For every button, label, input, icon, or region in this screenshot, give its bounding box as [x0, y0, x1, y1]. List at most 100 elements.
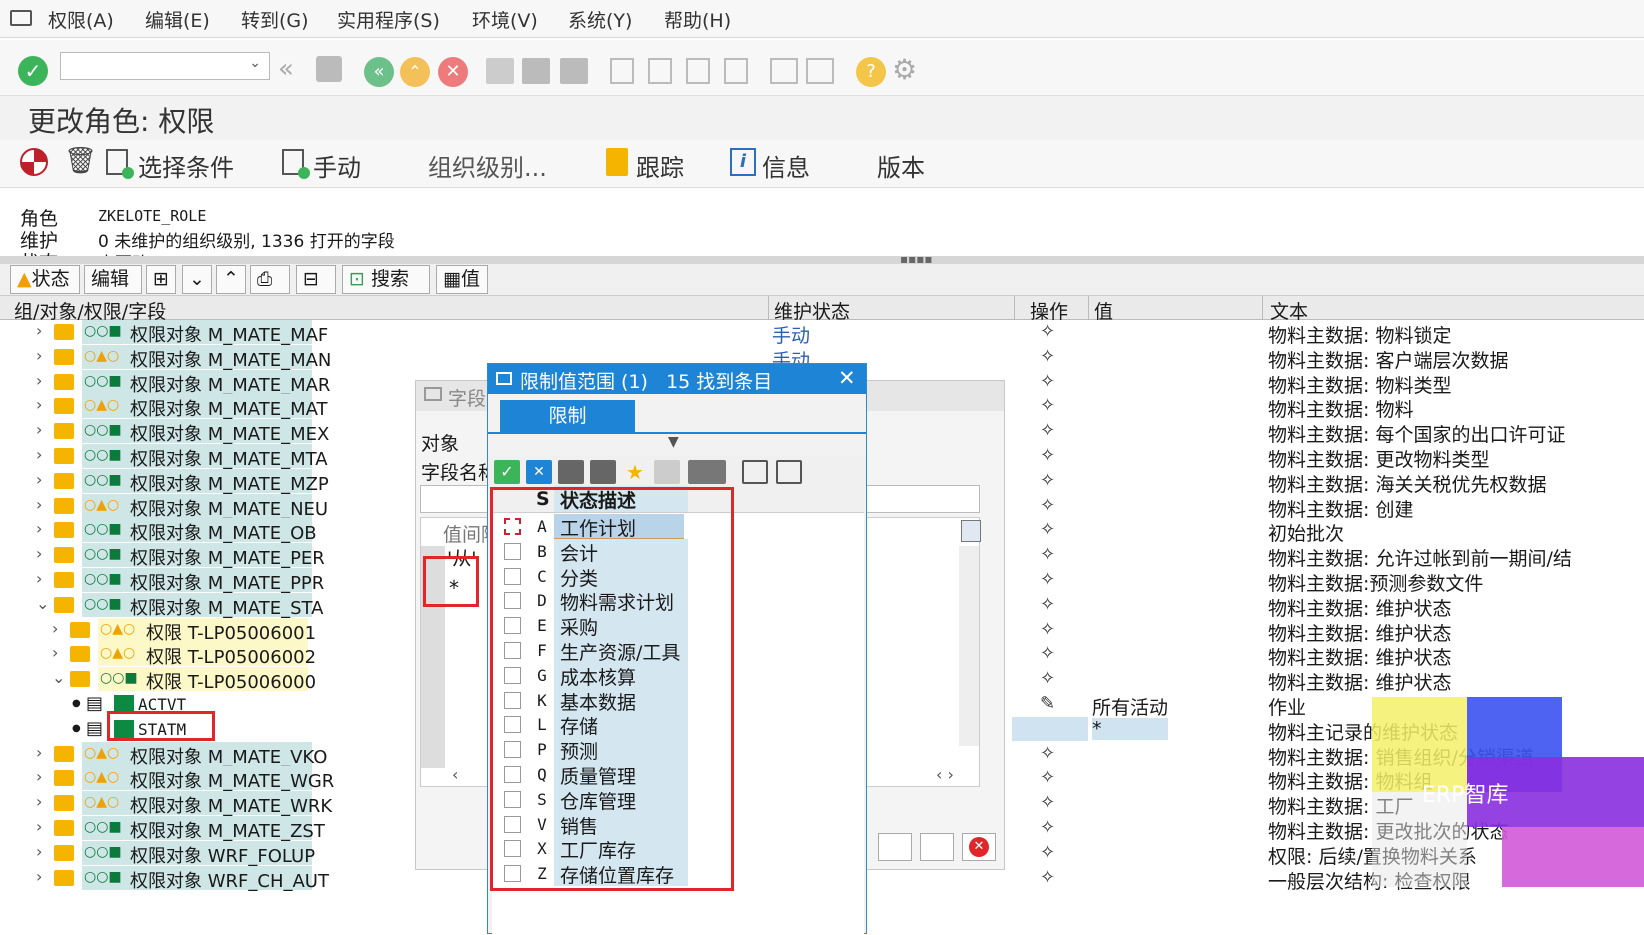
org-levels-button[interactable]: 组织级别...	[428, 148, 547, 183]
tab-restrict[interactable]: 限制	[500, 400, 635, 432]
print-icon[interactable]	[486, 58, 514, 84]
collapse-arrow-icon[interactable]: ⌄	[52, 668, 65, 687]
expand-arrow-icon[interactable]: ›	[36, 346, 42, 365]
menu-item-5[interactable]: 系统(Y)	[568, 6, 632, 33]
magic-wand-icon[interactable]: ✧	[1040, 594, 1055, 615]
manual-icon[interactable]	[282, 149, 310, 179]
expand-arrow-icon[interactable]: ›	[36, 767, 42, 786]
menu-item-6[interactable]: 帮助(H)	[664, 6, 731, 33]
sort-ascending-icon[interactable]	[742, 460, 768, 484]
tree-row[interactable]: › ○○■ 权限对象 M_MATE_MAF 手动 ✧ 物料主数据: 物料锁定	[0, 320, 1644, 347]
scroll-left-icon[interactable]: ‹	[452, 765, 458, 784]
collapse-arrow-icon[interactable]: ⌄	[36, 594, 49, 613]
magic-wand-icon[interactable]: ✧	[1040, 371, 1055, 392]
magic-wand-icon[interactable]: ✧	[1040, 767, 1055, 788]
back-double-icon[interactable]: «	[278, 54, 294, 84]
print-dialog-icon[interactable]	[688, 460, 726, 484]
find-next-icon[interactable]	[560, 58, 588, 84]
expand-arrow-icon[interactable]: ›	[36, 495, 42, 514]
settings-gear-icon[interactable]: ⚙	[892, 53, 917, 86]
magic-wand-icon[interactable]: ✧	[1040, 619, 1055, 640]
key-icon[interactable]	[654, 460, 680, 484]
menu-item-0[interactable]: 权限(A)	[48, 6, 114, 33]
search-button[interactable]: ⊡ 搜索	[342, 265, 430, 294]
table-settings-icon[interactable]	[961, 520, 981, 542]
magic-wand-icon[interactable]: ✧	[1040, 817, 1055, 838]
expand-arrow-icon[interactable]: ›	[36, 842, 42, 861]
expand-arrow-icon[interactable]: ›	[36, 743, 42, 762]
version-button[interactable]: 版本	[877, 148, 925, 183]
magic-wand-icon[interactable]: ✧	[1040, 495, 1055, 516]
select-criteria-button[interactable]: 选择条件	[138, 148, 234, 183]
scroll-right-icon[interactable]: ‹ ›	[936, 765, 954, 784]
previous-page-icon[interactable]	[648, 58, 672, 84]
value-button[interactable]: ▦值	[436, 265, 488, 294]
print-tree-icon[interactable]: ⎙	[250, 265, 290, 294]
layout-icon[interactable]: ⊟	[296, 265, 336, 294]
next-page-icon[interactable]	[686, 58, 710, 84]
expand-arrow-icon[interactable]: ›	[36, 817, 42, 836]
expand-arrow-icon[interactable]: ›	[36, 321, 42, 340]
save-icon[interactable]	[316, 56, 342, 82]
select-criteria-icon[interactable]	[106, 149, 134, 179]
info-icon[interactable]: i	[730, 148, 756, 176]
binoculars-icon[interactable]	[558, 460, 584, 484]
exit-icon[interactable]: ⌃	[400, 57, 430, 87]
new-session-icon[interactable]	[770, 58, 798, 84]
cancel-x-icon[interactable]: ✕	[526, 460, 552, 484]
sort-descending-icon[interactable]	[776, 460, 802, 484]
magic-wand-icon[interactable]: ✧	[1040, 643, 1055, 664]
enter-check-icon[interactable]: ✓	[18, 56, 48, 86]
edit-button[interactable]: 编辑	[84, 265, 142, 294]
find-next-dialog-icon[interactable]	[590, 460, 616, 484]
magic-wand-icon[interactable]: ✧	[1040, 420, 1055, 441]
menu-item-2[interactable]: 转到(G)	[241, 6, 309, 33]
close-icon[interactable]: ✕	[838, 366, 856, 390]
status-pie-icon[interactable]	[20, 148, 48, 176]
paste-icon[interactable]	[920, 833, 954, 861]
vertical-scrollbar[interactable]	[959, 546, 979, 746]
favorite-add-icon[interactable]: ★	[622, 460, 648, 484]
expand-arrow-icon[interactable]: ›	[36, 792, 42, 811]
trace-icon[interactable]	[606, 148, 628, 176]
help-icon[interactable]: ?	[856, 57, 886, 87]
expand-arrow-icon[interactable]: ›	[52, 643, 58, 662]
expand-arrow-icon[interactable]: ›	[36, 371, 42, 390]
copy-icon[interactable]	[878, 833, 912, 861]
edit-pencil-icon[interactable]: ✎	[1040, 693, 1055, 714]
trace-button[interactable]: 跟踪	[636, 148, 684, 183]
magic-wand-icon[interactable]: ✧	[1040, 569, 1055, 590]
menu-item-1[interactable]: 编辑(E)	[145, 6, 210, 33]
expand-arrow-icon[interactable]: ›	[36, 867, 42, 886]
magic-wand-icon[interactable]: ✧	[1040, 470, 1055, 491]
shortcut-icon[interactable]	[806, 58, 834, 84]
cancel-dialog-icon[interactable]: ✕	[962, 833, 996, 861]
delete-trash-icon[interactable]: 🗑	[64, 146, 97, 176]
expand-all-icon[interactable]: ⌄	[182, 265, 212, 294]
menu-item-4[interactable]: 环境(V)	[472, 6, 538, 33]
magic-wand-icon[interactable]: ✧	[1040, 867, 1055, 888]
org-level-icon[interactable]: ⊞	[146, 265, 176, 294]
magic-wand-icon[interactable]: ✧	[1040, 321, 1055, 342]
manual-button[interactable]: 手动	[313, 148, 361, 183]
command-field[interactable]: ⌄	[60, 52, 270, 80]
menu-item-3[interactable]: 实用程序(S)	[337, 6, 440, 33]
find-icon[interactable]	[522, 58, 550, 84]
magic-wand-icon[interactable]: ✧	[1040, 445, 1055, 466]
confirm-check-icon[interactable]: ✓	[494, 460, 520, 484]
magic-wand-icon[interactable]: ✧	[1040, 668, 1055, 689]
magic-wand-icon[interactable]: ✧	[1040, 395, 1055, 416]
expand-arrow-icon[interactable]: ›	[36, 470, 42, 489]
magic-wand-icon[interactable]: ✧	[1040, 842, 1055, 863]
first-page-icon[interactable]	[610, 58, 634, 84]
info-button[interactable]: 信息	[762, 148, 810, 183]
field-value[interactable]: *	[1092, 717, 1168, 740]
magic-wand-icon[interactable]: ✧	[1040, 792, 1055, 813]
expand-arrow-icon[interactable]: ›	[36, 445, 42, 464]
menu-icon[interactable]	[10, 10, 32, 26]
collapse-handle-icon[interactable]: ▼	[668, 434, 679, 450]
expand-arrow-icon[interactable]: ›	[52, 619, 58, 638]
magic-wand-icon[interactable]: ✧	[1040, 743, 1055, 764]
splitter[interactable]: ▪▪▪▪	[0, 252, 1644, 266]
magic-wand-icon[interactable]: ✧	[1040, 346, 1055, 367]
